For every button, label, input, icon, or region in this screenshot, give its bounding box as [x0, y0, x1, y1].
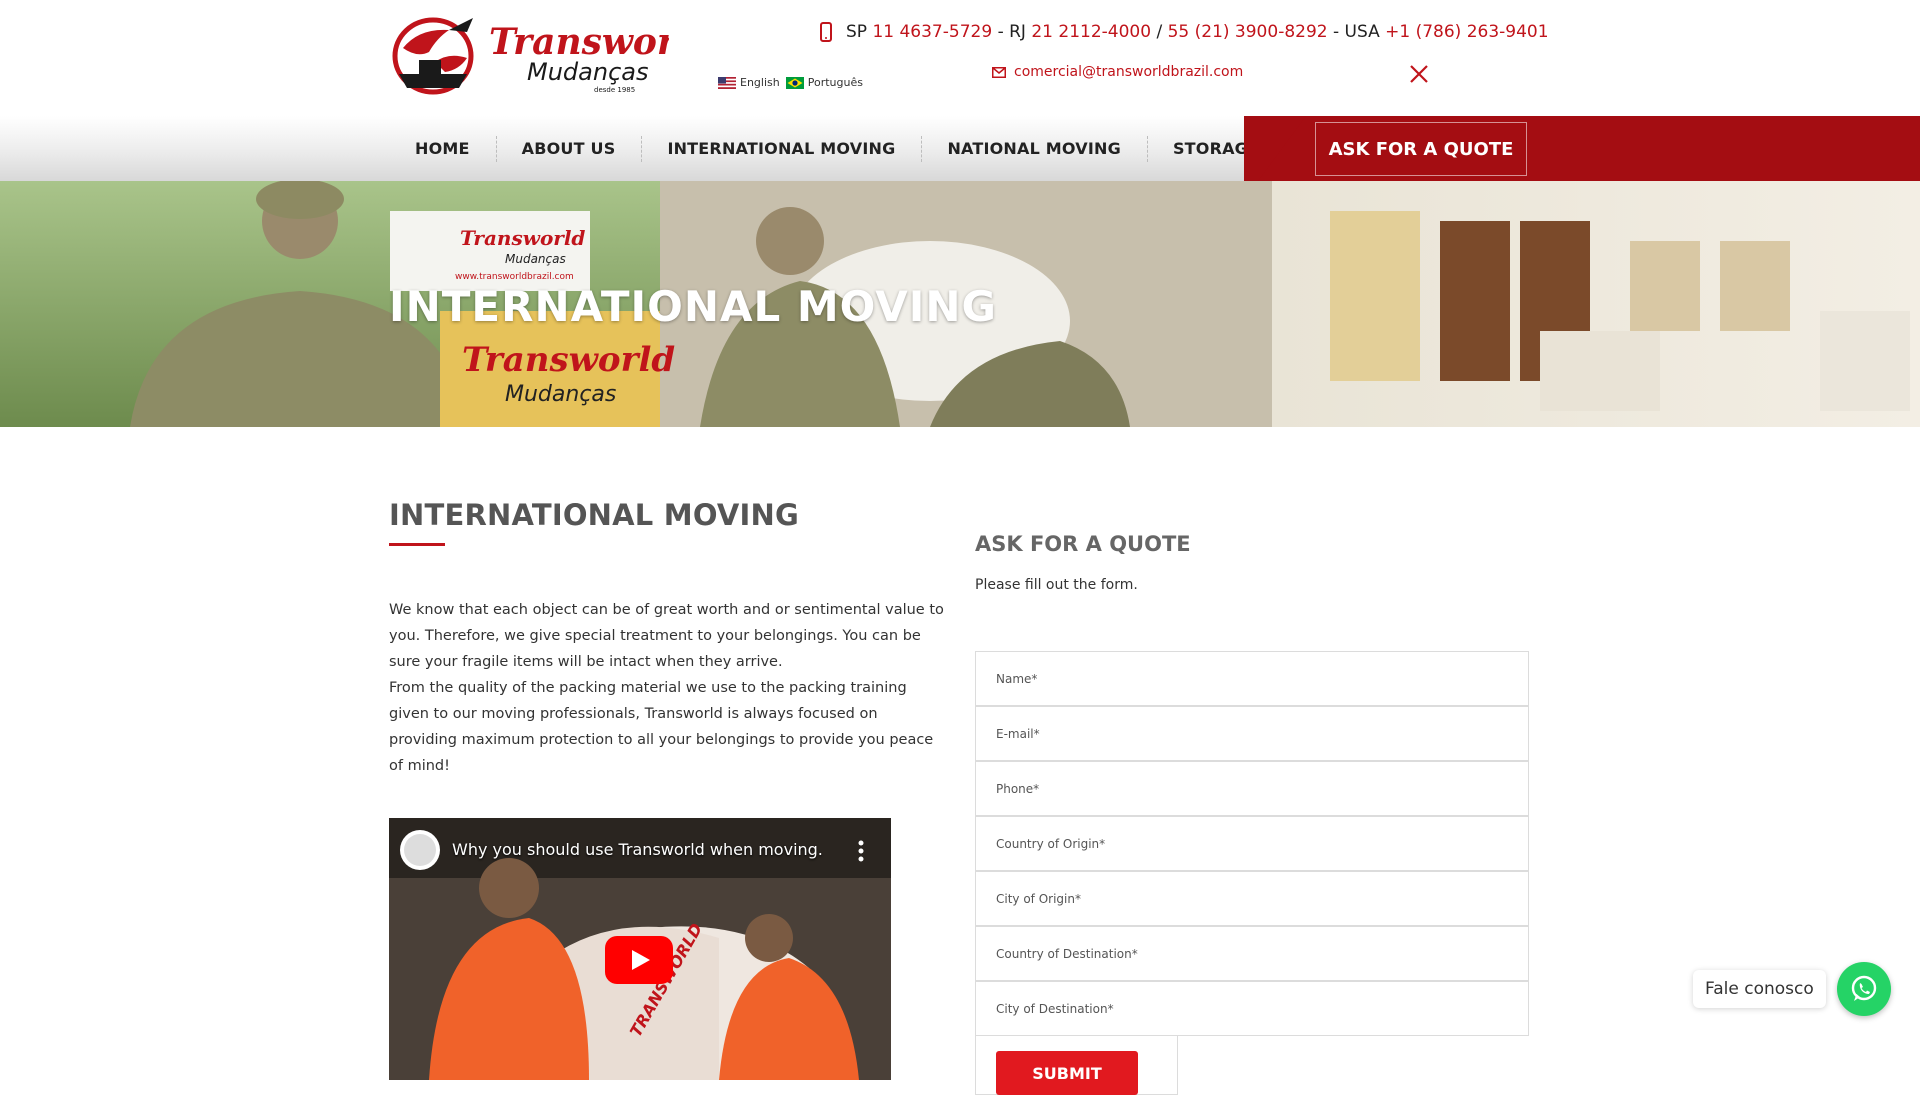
submit-container: SUBMIT — [975, 1035, 1178, 1095]
box-sub-text: Mudanças — [505, 382, 616, 407]
envelope-icon — [992, 66, 1006, 78]
truck-sub-text: Mudanças — [505, 252, 566, 266]
whatsapp-button[interactable] — [1837, 962, 1891, 1016]
intro-text: We know that each object can be of great… — [389, 597, 949, 779]
youtube-video-embed[interactable]: TRANSWORLD Why you should use Transworld… — [389, 818, 891, 1080]
paragraph: We know that each object can be of great… — [389, 602, 944, 670]
video-title: Why you should use Transworld when movin… — [452, 840, 823, 859]
language-switcher: English Português — [718, 76, 863, 89]
truck-url-text: www.transworldbrazil.com — [455, 272, 574, 282]
phone-link-sp[interactable]: 11 4637-5729 — [872, 22, 992, 42]
quote-form — [975, 651, 1529, 1036]
submit-button[interactable]: SUBMIT — [996, 1051, 1138, 1095]
phone-link-rj-alt[interactable]: 55 (21) 3900-8292 — [1168, 22, 1328, 42]
ask-quote-button[interactable]: ASK FOR A QUOTE — [1315, 122, 1527, 176]
phone-region-usa: - USA — [1333, 22, 1380, 42]
nav-home[interactable]: HOME — [389, 116, 496, 181]
phone-separator: / — [1156, 22, 1163, 42]
form-title: ASK FOR A QUOTE — [975, 532, 1191, 556]
email-field[interactable] — [975, 706, 1529, 761]
logo-since-text: desde 1985 — [594, 86, 635, 94]
page-title: INTERNATIONAL MOVING — [389, 498, 799, 532]
whatsapp-icon — [1851, 975, 1877, 1001]
truck-brand-text: Transworld — [460, 226, 585, 250]
phone-link-rj[interactable]: 21 2112-4000 — [1031, 22, 1151, 42]
phone-link-usa[interactable]: +1 (786) 263-9401 — [1385, 22, 1548, 42]
mobile-phone-icon — [820, 22, 832, 42]
language-english-label: English — [740, 76, 780, 89]
form-subtitle: Please fill out the form. — [975, 577, 1138, 593]
brazil-flag-icon — [785, 76, 804, 89]
paragraph: From the quality of the packing material… — [389, 680, 934, 774]
x-twitter-icon[interactable] — [1409, 64, 1429, 88]
title-underline — [389, 543, 445, 546]
city-of-origin-field[interactable] — [975, 871, 1529, 926]
box-brand-text: Transworld — [462, 340, 675, 380]
phone-region-rj: - RJ — [997, 22, 1026, 42]
logo-sub-text: Mudanças — [527, 58, 648, 86]
us-flag-icon — [718, 76, 736, 89]
language-portuguese[interactable]: Português — [785, 76, 863, 89]
youtube-play-icon[interactable] — [605, 936, 673, 984]
language-portuguese-label: Português — [807, 76, 863, 89]
nav-about-us[interactable]: ABOUT US — [495, 116, 642, 181]
email-link[interactable]: comercial@transworldbrazil.com — [1014, 64, 1243, 80]
country-of-origin-field[interactable] — [975, 816, 1529, 871]
language-english[interactable]: English — [718, 76, 780, 89]
hero-title: INTERNATIONAL MOVING — [389, 282, 997, 331]
nav-international-moving[interactable]: INTERNATIONAL MOVING — [641, 116, 921, 181]
phone-field[interactable] — [975, 761, 1529, 816]
globe-ship-emblem — [392, 17, 474, 95]
nav-national-moving[interactable]: NATIONAL MOVING — [921, 116, 1147, 181]
company-logo[interactable]: Transworld Mudanças desde 1985 — [389, 8, 715, 98]
phone-region-sp: SP — [846, 22, 868, 42]
country-of-destination-field[interactable] — [975, 926, 1529, 981]
more-options-icon[interactable] — [853, 838, 869, 864]
email-contact[interactable]: comercial@transworldbrazil.com — [992, 64, 1243, 80]
phone-numbers: SP 11 4637-5729 - RJ 21 2112-4000 / 55 (… — [820, 22, 1549, 42]
logo-brand-text: Transworld — [489, 21, 669, 63]
name-field[interactable] — [975, 651, 1529, 706]
chat-label[interactable]: Fale conosco — [1693, 970, 1826, 1008]
city-of-destination-field[interactable] — [975, 981, 1529, 1036]
nav-menu: HOME ABOUT US INTERNATIONAL MOVING NATIO… — [389, 116, 1285, 181]
